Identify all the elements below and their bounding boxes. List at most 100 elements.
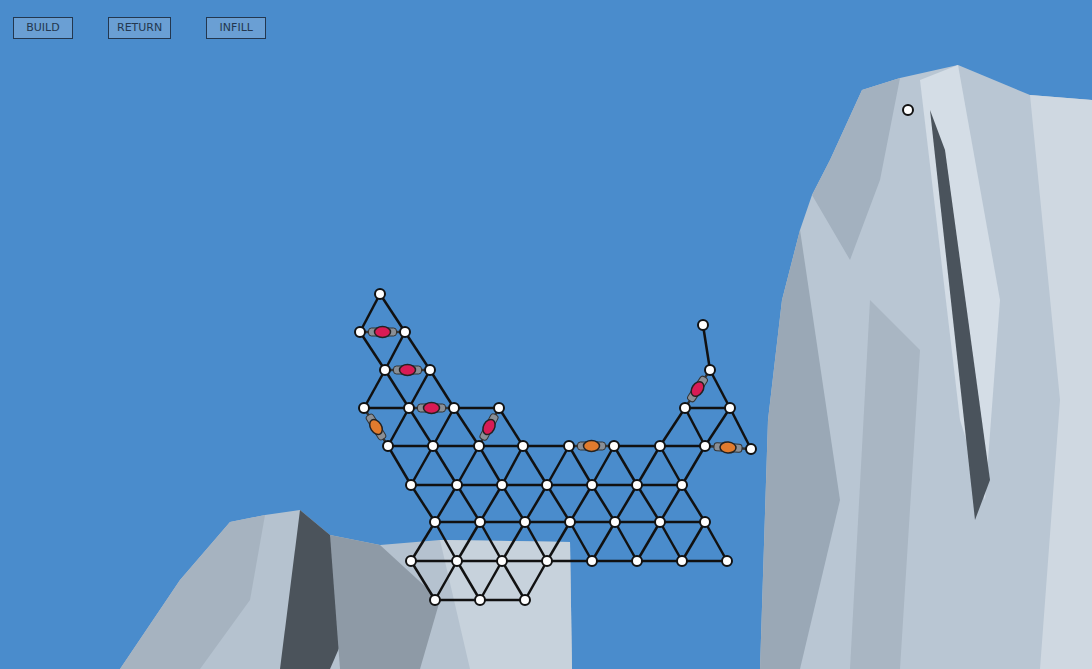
beam[interactable] [547,560,592,563]
joint[interactable] [609,441,619,451]
beam[interactable] [480,522,502,561]
beam[interactable] [457,522,480,561]
beam[interactable] [637,484,682,487]
joint[interactable] [700,517,710,527]
toolbar-button[interactable]: INFILL [206,17,266,39]
beam[interactable] [502,485,525,522]
joint[interactable] [406,556,416,566]
joint[interactable] [497,480,507,490]
piston[interactable] [410,403,454,414]
joint[interactable] [449,403,459,413]
joint[interactable] [474,441,484,451]
beam[interactable] [479,446,502,485]
beam[interactable] [615,521,660,524]
joint[interactable] [406,480,416,490]
beam[interactable] [523,445,569,448]
joint[interactable] [705,365,715,375]
beam[interactable] [525,522,547,561]
beam[interactable] [502,446,523,485]
beam[interactable] [682,522,705,561]
beam[interactable] [364,407,409,410]
beam[interactable] [592,484,637,487]
beam[interactable] [570,485,592,522]
joint[interactable] [475,517,485,527]
beam[interactable] [547,446,569,485]
beam[interactable] [502,561,525,600]
beam[interactable] [547,485,570,522]
joint[interactable] [428,441,438,451]
toolbar-button[interactable]: RETURN [108,17,171,39]
beam[interactable] [435,485,457,522]
joint[interactable] [587,556,597,566]
beam[interactable] [703,325,710,370]
joint[interactable] [655,441,665,451]
joint[interactable] [520,517,530,527]
beam[interactable] [385,332,405,370]
beam[interactable] [360,294,380,332]
beam[interactable] [433,446,457,485]
beam[interactable] [457,561,480,600]
beam[interactable] [682,446,705,485]
joint[interactable] [400,327,410,337]
beam[interactable] [637,446,660,485]
joint[interactable] [375,289,385,299]
joint[interactable] [746,444,756,454]
beam[interactable] [499,408,523,446]
beam[interactable] [409,370,430,408]
beam[interactable] [388,445,433,448]
beam[interactable] [525,561,547,600]
beam[interactable] [615,485,637,522]
beam[interactable] [570,522,592,561]
beam[interactable] [454,407,499,410]
joint[interactable] [497,556,507,566]
piston[interactable] [706,441,751,455]
beam[interactable] [525,485,547,522]
beam[interactable] [682,485,705,522]
beam[interactable] [637,485,660,522]
joint[interactable] [655,517,665,527]
beam[interactable] [637,560,682,563]
beam[interactable] [502,522,525,561]
beam[interactable] [457,560,502,563]
beam[interactable] [614,446,637,485]
piston[interactable] [361,327,405,338]
joint[interactable] [425,365,435,375]
joint[interactable] [452,480,462,490]
beam[interactable] [637,522,660,561]
beam[interactable] [502,484,547,487]
beam[interactable] [547,484,592,487]
joint[interactable] [587,480,597,490]
joint[interactable] [610,517,620,527]
beam[interactable] [435,599,480,602]
beam[interactable] [523,446,547,485]
joint[interactable] [380,365,390,375]
beam[interactable] [660,485,682,522]
beam[interactable] [592,446,614,485]
beam[interactable] [479,445,523,448]
beam[interactable] [570,521,615,524]
beam[interactable] [411,485,435,522]
beam[interactable] [457,485,480,522]
piston[interactable] [570,441,614,452]
beam[interactable] [480,521,525,524]
joint[interactable] [452,556,462,566]
beam[interactable] [480,485,502,522]
beam[interactable] [433,408,454,446]
beam[interactable] [592,485,615,522]
joint[interactable] [542,556,552,566]
joint[interactable] [475,595,485,605]
joint[interactable] [680,403,690,413]
beam[interactable] [592,522,615,561]
beam[interactable] [388,408,409,446]
beam[interactable] [660,446,682,485]
beam[interactable] [435,561,457,600]
beam[interactable] [502,560,547,563]
joint[interactable] [359,403,369,413]
joint[interactable] [518,441,528,451]
beam[interactable] [411,561,435,600]
beam[interactable] [682,560,727,563]
beam[interactable] [435,521,480,524]
beam[interactable] [411,522,435,561]
beam[interactable] [457,484,502,487]
beam[interactable] [660,522,682,561]
